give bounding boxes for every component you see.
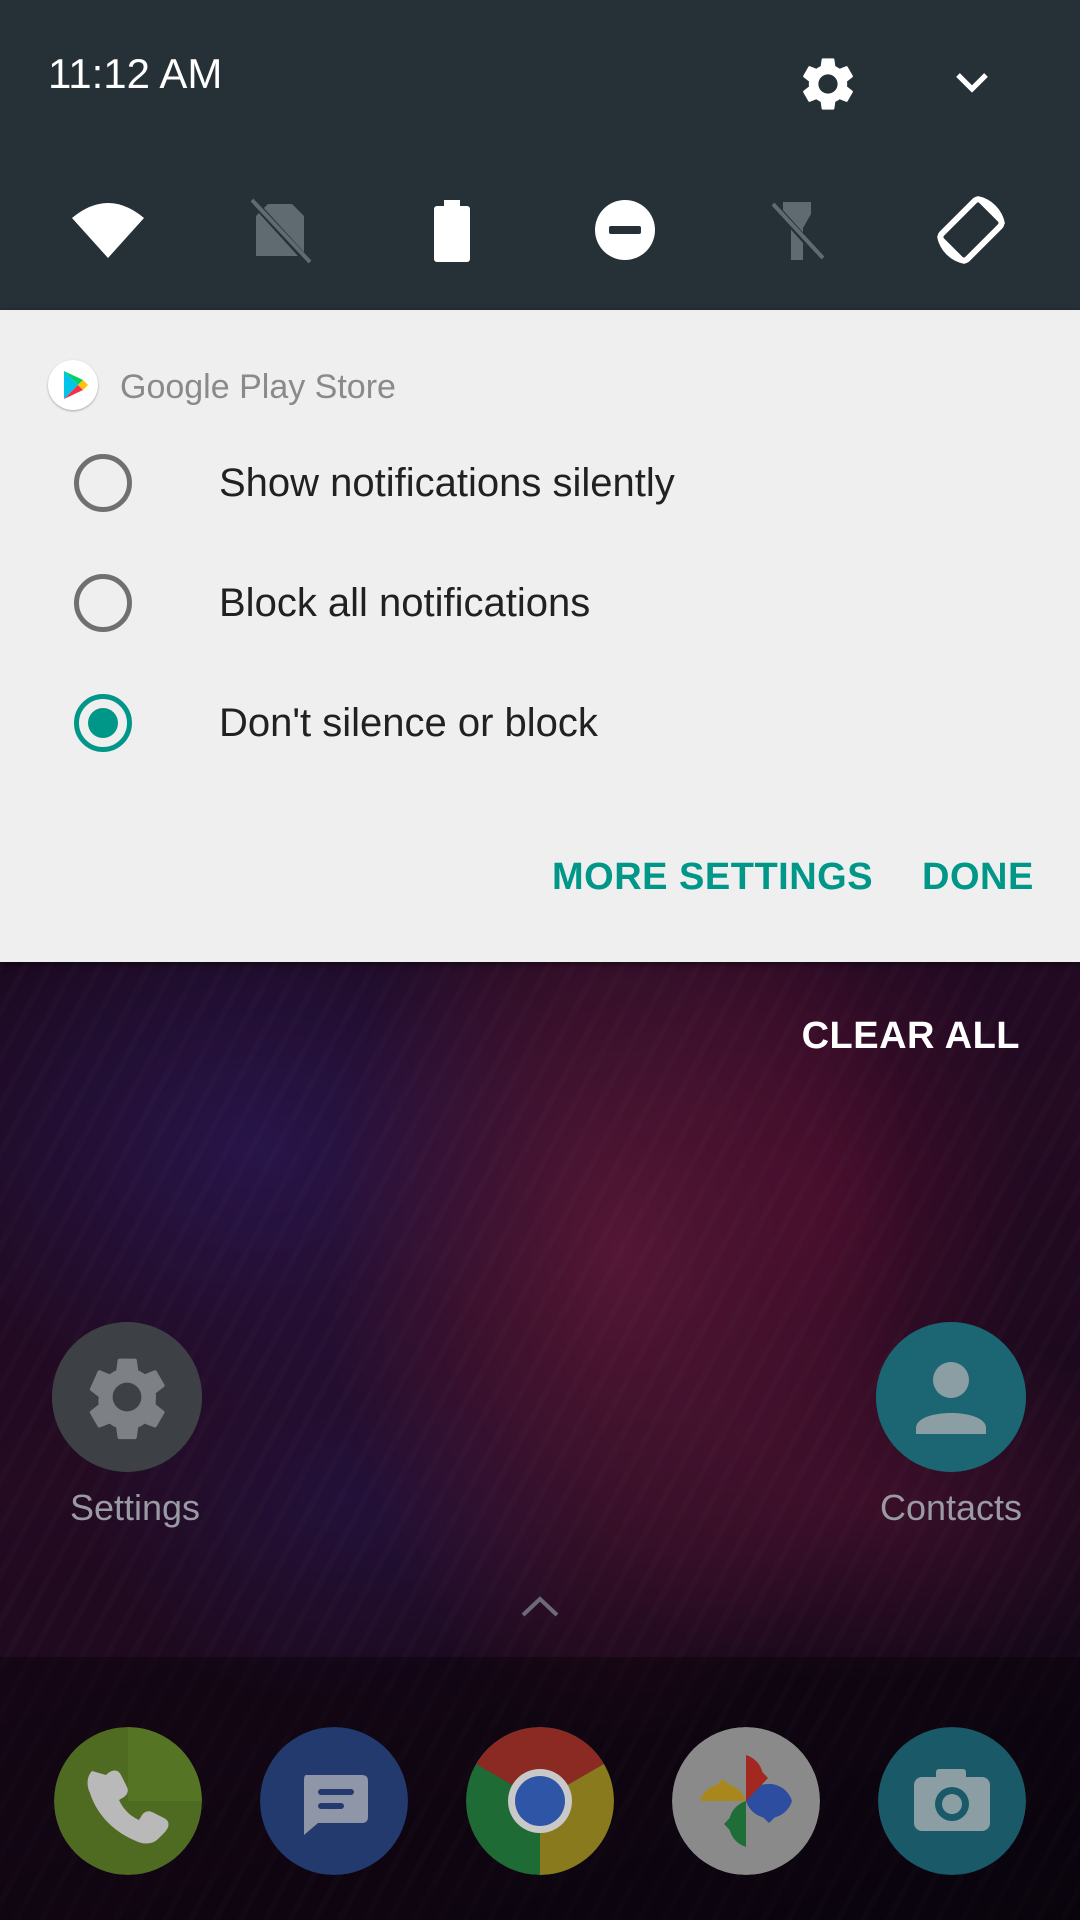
clear-all-button[interactable]: CLEAR ALL — [802, 1015, 1020, 1058]
quick-settings-panel: 11:12 AM — [0, 0, 1080, 310]
tile-do-not-disturb[interactable] — [585, 190, 665, 270]
option-label: Show notifications silently — [219, 461, 675, 505]
tile-flashlight[interactable] — [757, 190, 837, 270]
app-name: Google Play Store — [120, 368, 396, 406]
chrome-icon — [466, 1727, 614, 1875]
radio-button[interactable] — [74, 454, 132, 512]
gear-icon — [52, 1322, 202, 1472]
phone-app[interactable] — [54, 1727, 202, 1875]
option-label: Block all notifications — [219, 581, 591, 625]
expand-quick-settings-button[interactable] — [948, 58, 996, 106]
done-button[interactable]: DONE — [922, 856, 1034, 899]
chevron-up-icon[interactable] — [515, 1585, 565, 1625]
notification-settings-card: Google Play Store Show notifications sil… — [0, 310, 1080, 962]
wifi-icon — [72, 203, 144, 258]
messages-icon — [260, 1727, 408, 1875]
person-icon — [876, 1322, 1026, 1472]
auto-rotate-icon — [937, 196, 1005, 264]
flashlight-off-icon — [768, 199, 826, 263]
app-label: Settings — [69, 1487, 201, 1528]
tile-wifi[interactable] — [68, 190, 148, 270]
radio-button[interactable] — [74, 574, 132, 632]
camera-icon — [878, 1727, 1026, 1875]
option-show-silently[interactable]: Show notifications silently — [0, 423, 1080, 543]
tile-auto-rotate[interactable] — [931, 190, 1011, 270]
more-settings-button[interactable]: MORE SETTINGS — [552, 856, 873, 899]
settings-gear-button[interactable] — [796, 52, 860, 116]
settings-app[interactable]: Settings — [32, 1322, 202, 1552]
contacts-app[interactable]: Contacts — [856, 1322, 1026, 1552]
gear-icon — [803, 58, 853, 110]
dock — [0, 1657, 1080, 1920]
no-sim-icon — [247, 195, 313, 267]
tile-battery[interactable] — [412, 190, 492, 270]
camera-app[interactable] — [878, 1727, 1026, 1875]
clock-time: 11:12 AM — [48, 50, 223, 97]
tile-sim[interactable] — [240, 190, 320, 270]
chrome-app[interactable] — [466, 1727, 614, 1875]
battery-icon — [434, 200, 470, 262]
radio-button-selected[interactable] — [74, 694, 132, 752]
play-store-icon — [48, 360, 98, 410]
chevron-down-icon — [956, 73, 988, 93]
quick-settings-tiles — [0, 190, 1080, 270]
option-block-all[interactable]: Block all notifications — [0, 543, 1080, 663]
app-label: Contacts — [879, 1487, 1023, 1528]
phone-icon — [54, 1727, 202, 1875]
messages-app[interactable] — [260, 1727, 408, 1875]
photos-icon — [672, 1727, 820, 1875]
option-dont-silence[interactable]: Don't silence or block — [0, 663, 1080, 783]
do-not-disturb-icon — [595, 200, 655, 260]
option-label: Don't silence or block — [219, 701, 598, 745]
photos-app[interactable] — [672, 1727, 820, 1875]
